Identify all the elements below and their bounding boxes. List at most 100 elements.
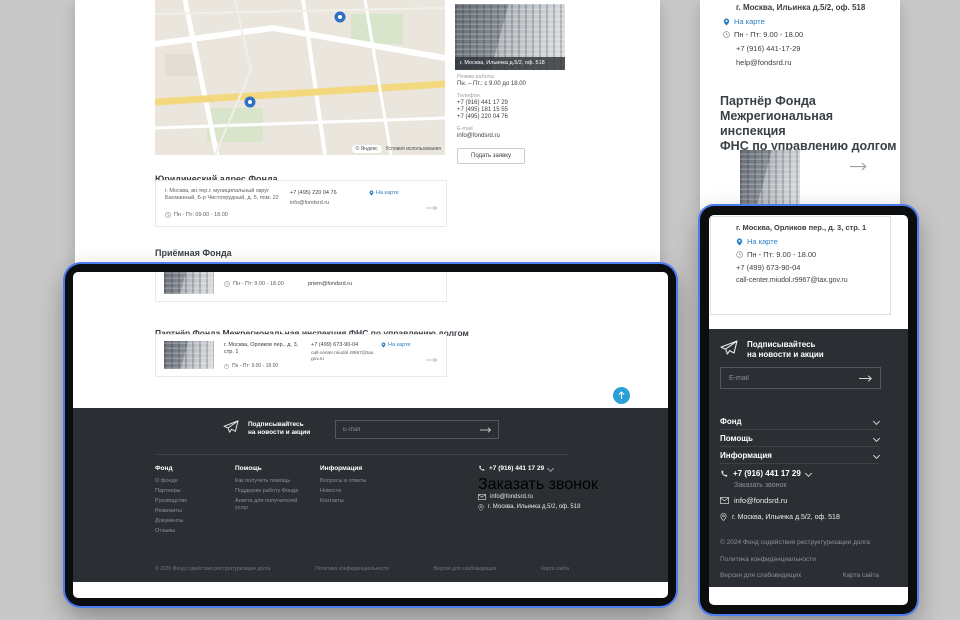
legal-address-text: г. Москва, вн.тер.г. муниципальный округ… <box>165 188 285 201</box>
partner-map-link[interactable]: На карте <box>381 342 411 348</box>
footer-email-row[interactable]: info@fondsrd.ru <box>720 496 787 505</box>
footer-phone-row[interactable]: +7 (916) 441 17 29 <box>720 469 811 478</box>
accessibility-link[interactable]: Версия для слабовидящих <box>434 566 497 572</box>
mobile-hours-text: Пн - Пт: 9.00 - 18.00 <box>734 30 803 39</box>
clock-icon <box>723 31 730 38</box>
menu-item-label: Помощь <box>720 434 753 443</box>
map-terms-link[interactable]: Условия использования <box>386 146 442 152</box>
pin-icon <box>478 504 484 511</box>
menu-item-label: Информация <box>720 451 772 460</box>
footer-link[interactable]: Вопросы и ответы <box>320 478 390 485</box>
privacy-link[interactable]: Политика конфиденциальности <box>315 566 389 572</box>
footer-address-row: г. Москва, Ильинка д.5/2, оф. 518 <box>720 513 840 521</box>
mobile-email-link[interactable]: help@fondsrd.ru <box>736 58 792 67</box>
mobile-partner-heading: Партнёр Фонда Межрегиональная инспекция … <box>720 94 900 154</box>
footer-link[interactable]: Реквизиты <box>155 508 215 515</box>
phone-link[interactable]: +7 (495) 181 15 55 <box>457 107 569 114</box>
callback-link[interactable]: Заказать звонок <box>734 482 786 489</box>
map-tiles <box>155 0 445 155</box>
mobile-phone-link[interactable]: +7 (916) 441-17-29 <box>736 44 800 53</box>
footer-address-text: г. Москва, Ильинка д.5/2, оф. 518 <box>732 514 840 521</box>
partner-email-link[interactable]: call-center.miudol.r9967@tax.gov.ru <box>311 351 375 362</box>
footer-link[interactable]: О фонде <box>155 478 215 485</box>
footer-link[interactable]: Как получить помощь <box>235 478 305 485</box>
subscribe-submit-arrow-icon[interactable] <box>480 427 498 433</box>
phone-device-frame: г. Москва, Орликов пер., д. 3, стр. 1 На… <box>700 206 917 614</box>
mobile-map-link[interactable]: На карте <box>723 17 765 26</box>
pin-icon <box>720 513 727 521</box>
scroll-to-top-button[interactable] <box>613 387 630 404</box>
sitemap-link[interactable]: Карта сайта <box>541 566 569 572</box>
footer-phone-text: +7 (916) 441 17 29 <box>733 469 801 478</box>
partner-phone-link[interactable]: +7 (499) 673-90-04 <box>311 342 358 348</box>
sitemap-link[interactable]: Карта сайта <box>843 572 879 579</box>
legal-hours-row: Пн - Пт: 09.00 - 18.00 <box>165 212 228 218</box>
footer-email-row[interactable]: info@fondsrd.ru <box>478 494 643 500</box>
mobile-map-link-text: На карте <box>734 17 765 26</box>
legal-email-link[interactable]: info@fondsrd.ru <box>290 200 329 206</box>
partner-card: г. Москва, Орликов пер., д. 3, стр. 1 Пн… <box>155 334 447 377</box>
subscribe-email-box <box>335 420 499 439</box>
clock-icon <box>224 364 229 369</box>
map[interactable]: © Яндекс Условия использования <box>155 0 445 155</box>
building-thumbnail <box>164 341 214 369</box>
footer-column-info: Информация Вопросы и ответы Новости Конт… <box>320 465 390 508</box>
slider-arrow-icon[interactable] <box>850 158 868 176</box>
pin-icon <box>736 238 743 246</box>
card-arrow-icon[interactable] <box>426 350 438 368</box>
footer-address-row: г. Москва, Ильинка д.5/2, оф. 518 <box>478 504 643 511</box>
building-thumbnail <box>164 272 214 294</box>
footer-divider <box>155 454 569 455</box>
subscribe-email-input[interactable] <box>721 375 859 382</box>
subscribe-submit-arrow-icon[interactable] <box>859 375 880 382</box>
map-pin-marker[interactable] <box>335 12 346 23</box>
pin-icon <box>369 190 374 196</box>
menu-item-fund[interactable]: Фонд <box>720 413 879 430</box>
desktop-page: © Яндекс Условия использования г. Москва… <box>75 0 660 272</box>
pin-icon <box>381 342 386 348</box>
legal-map-link-text: На карте <box>376 190 399 196</box>
email-link[interactable]: info@fondsrd.ru <box>457 133 569 140</box>
legal-phone-link[interactable]: +7 (495) 220 04 76 <box>290 190 337 196</box>
footer-link[interactable]: Документы <box>155 518 215 525</box>
footer-link[interactable]: Новости <box>320 488 390 495</box>
card-map-link[interactable]: На карте <box>736 237 778 246</box>
tablet-device-frame: Пн - Пт: 9.00 - 18.00 priem@fondsrd.ru П… <box>65 264 676 606</box>
map-pin-marker-2[interactable] <box>245 97 256 108</box>
mail-icon <box>478 494 486 500</box>
reception-card-partial: Пн - Пт: 9.00 - 18.00 priem@fondsrd.ru <box>155 272 447 302</box>
reception-hours-text: Пн - Пт: 9.00 - 18.00 <box>233 281 284 287</box>
legal-address-card: г. Москва, вн.тер.г. муниципальный округ… <box>155 180 447 227</box>
footer-link[interactable]: Отзывы <box>155 528 215 535</box>
footer-link[interactable]: Партнеры <box>155 488 215 495</box>
reception-email-link[interactable]: priem@fondsrd.ru <box>308 281 352 287</box>
accessibility-link[interactable]: Версия для слабовидящих <box>720 572 801 579</box>
clock-icon <box>165 212 171 218</box>
subscribe-email-input[interactable] <box>336 427 480 433</box>
office-info-block: Режим работы Пн. – Пт.: с 9.00 до 18.00 … <box>457 74 569 164</box>
footer-link[interactable]: Поддержи работу Фонда <box>235 488 305 495</box>
callback-link[interactable]: Заказать звонок <box>478 476 643 494</box>
privacy-link[interactable]: Политика конфиденциальности <box>720 556 879 563</box>
card-phone-link[interactable]: +7 (499) 673-90-04 <box>736 263 800 272</box>
menu-item-info[interactable]: Информация <box>720 447 879 464</box>
card-email-link[interactable]: call-center.miudol.r9967@tax.gov.ru <box>736 277 848 284</box>
phone-link[interactable]: +7 (495) 220 04 76 <box>457 114 569 121</box>
paper-plane-icon <box>223 420 239 439</box>
footer-link[interactable]: Анкета для получателей услуг <box>235 498 305 511</box>
legal-map-link[interactable]: На карте <box>369 190 399 196</box>
card-arrow-icon[interactable] <box>426 198 438 216</box>
menu-item-help[interactable]: Помощь <box>720 430 879 447</box>
footer-bottom-bar: Версия для слабовидящих Карта сайта <box>720 572 879 579</box>
hours-label: Режим работы <box>457 74 569 81</box>
footer-link[interactable]: Контакты <box>320 498 390 505</box>
footer-phone-row[interactable]: +7 (916) 441 17 29 <box>478 465 643 472</box>
apply-button[interactable]: Подать заявку <box>457 148 525 164</box>
card-hours-row: Пн - Пт: 9.00 - 18.00 <box>736 250 816 259</box>
phone-link[interactable]: +7 (916) 441 17 29 <box>457 100 569 107</box>
canvas: © Яндекс Условия использования г. Москва… <box>0 0 960 620</box>
office-photo-caption: г. Москва, Ильинка д.5/2, оф. 518 <box>455 57 565 70</box>
footer-link[interactable]: Руководство <box>155 498 215 505</box>
mobile-footer-menu: Фонд Помощь Информация <box>720 413 879 464</box>
copyright-text: © 2024 Фонд содействия реструктуризации … <box>720 539 879 546</box>
